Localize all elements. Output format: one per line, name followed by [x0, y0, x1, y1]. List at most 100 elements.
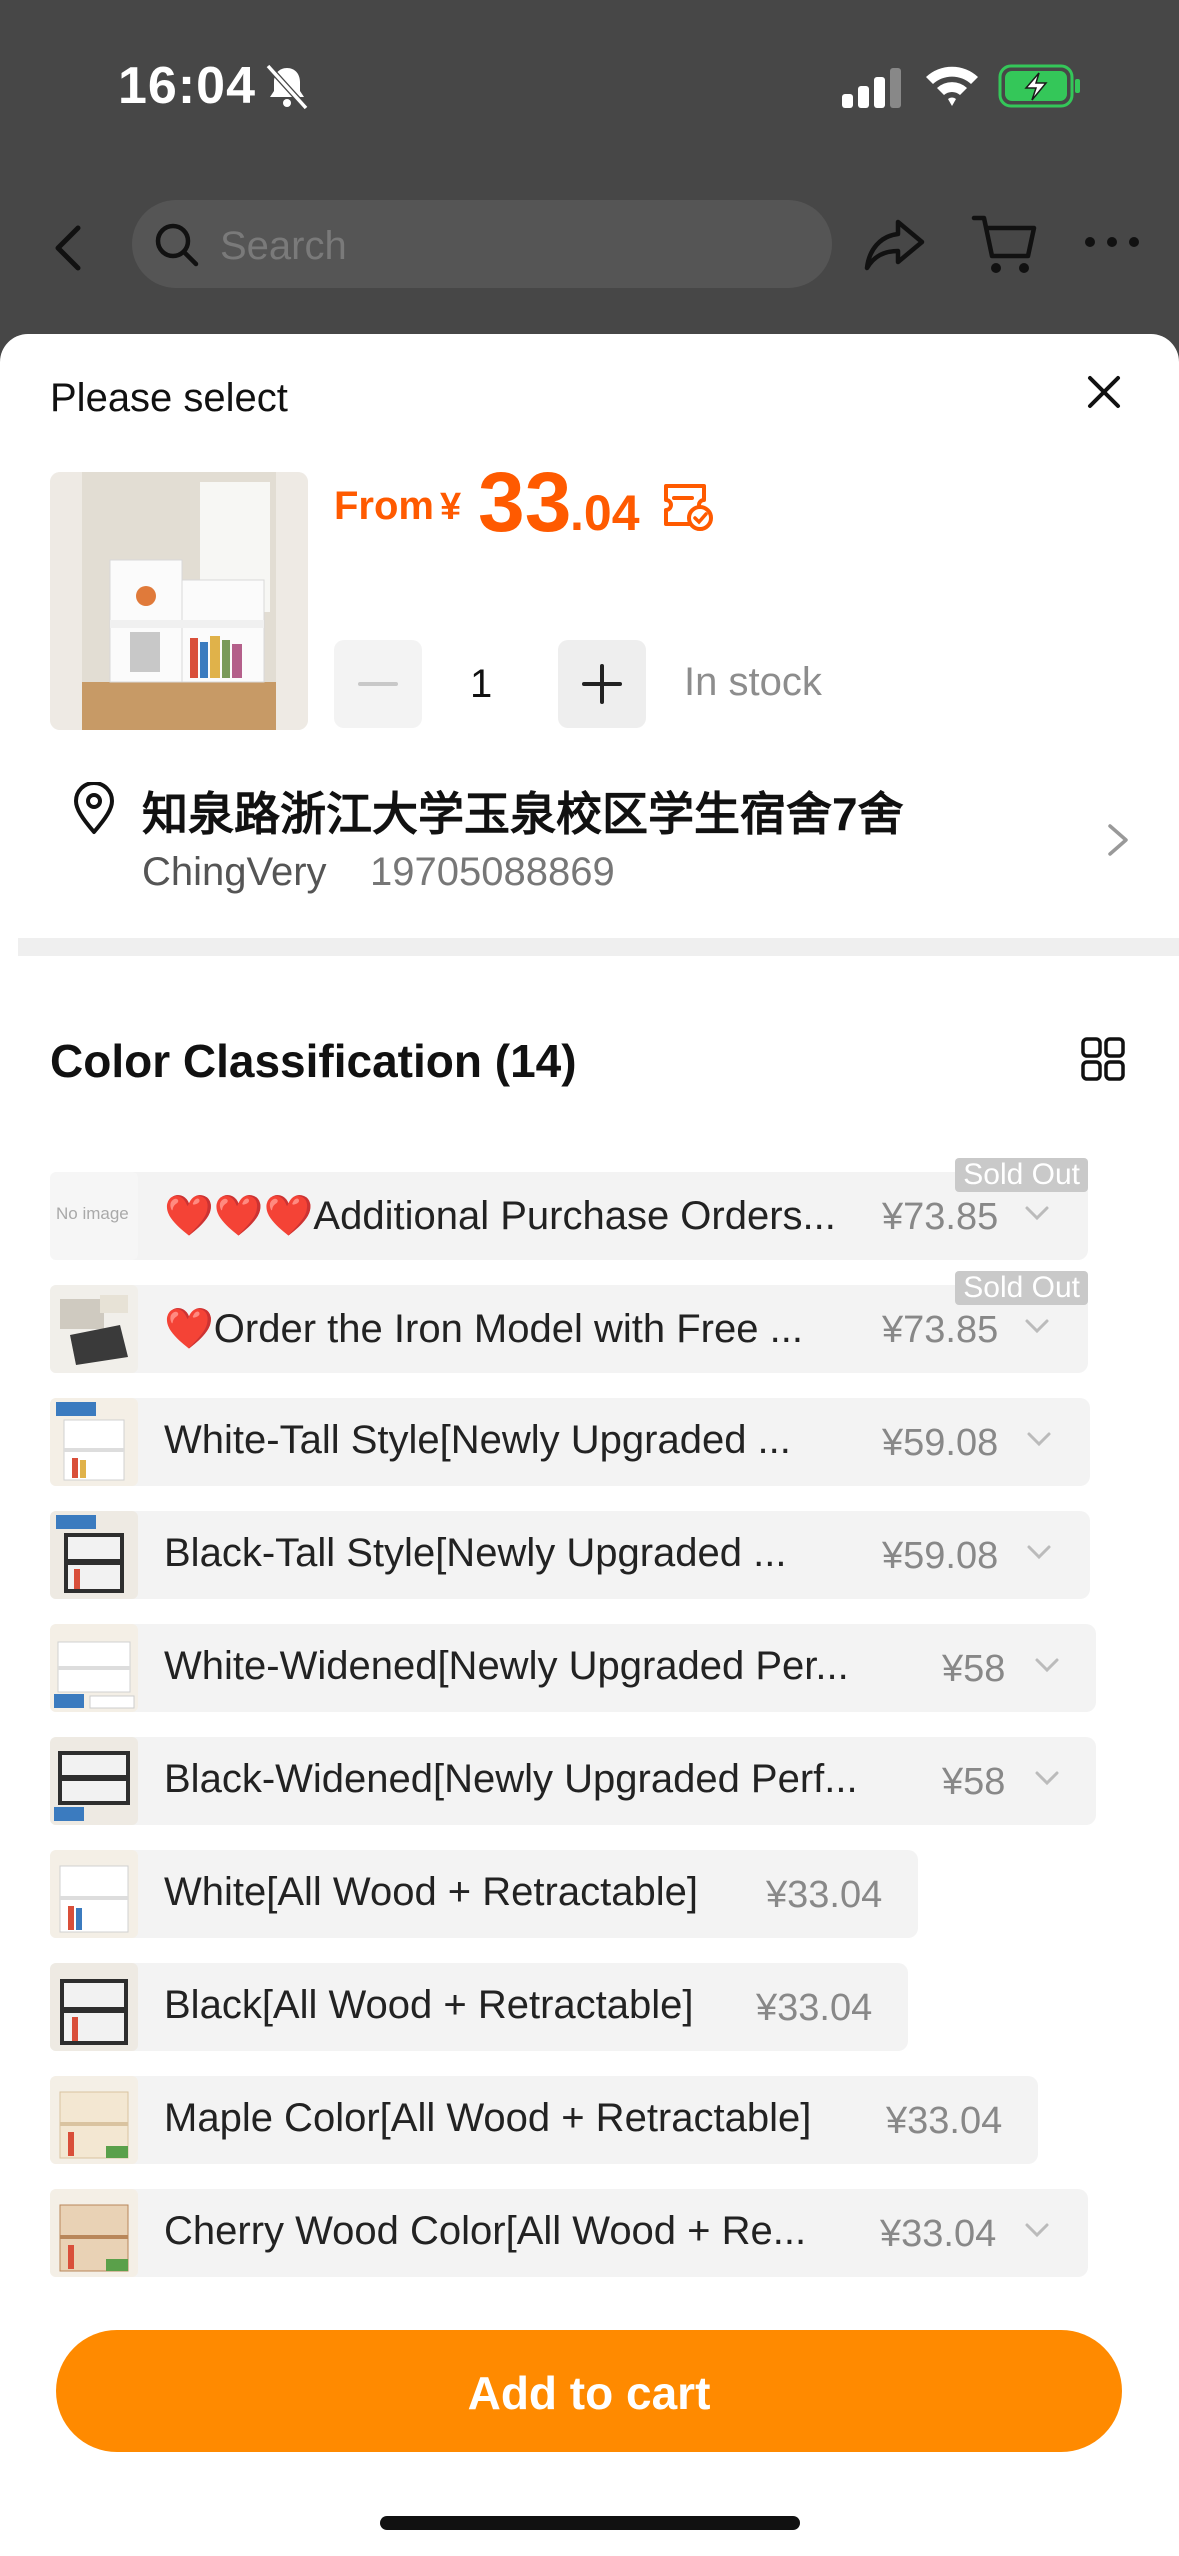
price-integer: 33 — [478, 455, 572, 549]
maple-wood-thumbnail — [50, 2076, 138, 2164]
chevron-down-icon — [1027, 1432, 1051, 1447]
variant-label: Black-Widened[Newly Upgraded Perf... — [164, 1757, 858, 1801]
share-icon[interactable] — [862, 214, 928, 274]
variant-label: ❤️Order the Iron Model with Free ... — [164, 1307, 803, 1351]
top-nav-bar: Search — [0, 190, 1179, 300]
variant-thumbnail — [50, 1850, 138, 1938]
battery-charging-icon — [998, 64, 1080, 108]
price-decimal: .04 — [570, 485, 640, 541]
chevron-down-icon — [1025, 2223, 1049, 2238]
variant-price: ¥58 — [942, 1648, 1006, 1690]
variant-thumbnail — [50, 1398, 138, 1486]
coupon-icon[interactable] — [660, 480, 714, 532]
shipping-address[interactable]: 知泉路浙江大学玉泉校区学生宿舍7舍 ChingVery 19705088869 — [0, 764, 1179, 904]
sheet-title: Please select — [50, 376, 288, 420]
white-wood-thumbnail — [50, 1850, 138, 1938]
black-wood-thumbnail — [50, 1963, 138, 2051]
add-to-cart-label: Add to cart — [467, 2367, 711, 2419]
variant-price: ¥33.04 — [766, 1874, 883, 1916]
variant-price: ¥73.85 — [882, 1309, 999, 1351]
variant-option[interactable]: ❤️Order the Iron Model with Free ... ¥73… — [50, 1271, 1088, 1373]
variant-thumbnail — [50, 1963, 138, 2051]
variant-label: White-Tall Style[Newly Upgraded ... — [164, 1418, 791, 1462]
iron-model-thumbnail — [50, 1285, 138, 1373]
sold-out-badge: Sold Out — [955, 1271, 1088, 1305]
black-shelf-thumbnail — [50, 1511, 138, 1599]
search-input[interactable]: Search — [132, 200, 832, 288]
no-image-label: No image — [56, 1204, 129, 1223]
variant-thumbnail — [50, 2189, 138, 2277]
variant-option[interactable]: White[All Wood + Retractable] ¥33.04 — [50, 1850, 918, 1938]
variant-thumbnail — [50, 2076, 138, 2164]
recipient-name: ChingVery — [142, 850, 327, 894]
cellular-signal-icon — [842, 68, 901, 108]
variant-label: Black-Tall Style[Newly Upgraded ... — [164, 1531, 787, 1575]
variant-label: White[All Wood + Retractable] — [164, 1870, 698, 1914]
variant-thumbnail — [50, 1737, 138, 1825]
add-to-cart-button[interactable]: Add to cart — [56, 2330, 1122, 2452]
variant-option[interactable]: White-Widened[Newly Upgraded Per... ¥58 — [50, 1624, 1096, 1712]
variant-thumbnail — [50, 1285, 138, 1373]
chevron-right-icon — [1108, 824, 1128, 856]
variant-thumbnail: No image — [50, 1172, 138, 1260]
variant-label: Black[All Wood + Retractable] — [164, 1983, 694, 2027]
close-icon[interactable] — [1082, 370, 1126, 414]
variant-thumbnail — [50, 1624, 138, 1712]
sku-selection-sheet: Please select From ¥ 33 .04 1 In stock 知… — [0, 334, 1179, 2556]
cherry-wood-thumbnail — [50, 2189, 138, 2277]
search-placeholder: Search — [220, 224, 347, 268]
variant-option[interactable]: Maple Color[All Wood + Retractable] ¥33.… — [50, 2076, 1038, 2164]
quantity-decrease-button[interactable] — [334, 640, 422, 728]
cart-icon[interactable] — [970, 208, 1040, 278]
variant-price: ¥59.08 — [882, 1535, 999, 1577]
variant-price: ¥33.04 — [880, 2213, 997, 2255]
price-prefix: From — [334, 484, 434, 528]
stock-status: In stock — [684, 660, 822, 704]
variant-option[interactable]: No image ❤️❤️❤️Additional Purchase Order… — [50, 1158, 1088, 1260]
variant-price: ¥33.04 — [886, 2100, 1003, 2142]
price-currency: ¥ — [440, 486, 462, 528]
product-image[interactable] — [50, 472, 308, 730]
chevron-down-icon — [1027, 1545, 1051, 1560]
quantity-increase-button[interactable] — [558, 640, 646, 728]
variant-price: ¥73.85 — [882, 1196, 999, 1238]
home-indicator — [380, 2516, 800, 2530]
recipient-phone: 19705088869 — [370, 850, 615, 894]
back-arrow-icon[interactable] — [44, 218, 94, 278]
variant-option[interactable]: Black[All Wood + Retractable] ¥33.04 — [50, 1963, 908, 2051]
variant-label: ❤️❤️❤️Additional Purchase Orders... — [164, 1194, 836, 1238]
variant-option[interactable]: Black-Tall Style[Newly Upgraded ... ¥59.… — [50, 1511, 1090, 1599]
status-time: 16:04 — [118, 57, 256, 115]
variant-option[interactable]: White-Tall Style[Newly Upgraded ... ¥59.… — [50, 1398, 1090, 1486]
chevron-down-icon — [1035, 1658, 1059, 1673]
variant-option[interactable]: Cherry Wood Color[All Wood + Re... ¥33.0… — [50, 2189, 1088, 2277]
section-divider — [18, 938, 1179, 956]
section-title: Color Classification (14) — [50, 1035, 577, 1087]
sold-out-badge: Sold Out — [955, 1158, 1088, 1192]
variant-option[interactable]: Black-Widened[Newly Upgraded Perf... ¥58 — [50, 1737, 1096, 1825]
grid-view-icon[interactable] — [1080, 1036, 1126, 1082]
search-icon — [155, 223, 199, 267]
bell-muted-icon — [265, 63, 309, 111]
more-options-icon[interactable] — [1082, 230, 1142, 254]
wifi-icon — [926, 66, 978, 106]
status-bar: 16:04 — [0, 0, 1179, 170]
variant-label: Maple Color[All Wood + Retractable] — [164, 2096, 812, 2140]
chevron-down-icon — [1025, 1319, 1049, 1334]
chevron-down-icon — [1025, 1206, 1049, 1221]
variant-label: White-Widened[Newly Upgraded Per... — [164, 1644, 849, 1688]
location-pin-icon — [74, 782, 114, 834]
variant-options-list: No image ❤️❤️❤️Additional Purchase Order… — [0, 1134, 1179, 2294]
bookshelf-image — [50, 472, 308, 730]
plus-icon — [582, 664, 622, 704]
white-shelf-thumbnail — [50, 1398, 138, 1486]
variant-price: ¥58 — [942, 1761, 1006, 1803]
variant-price: ¥59.08 — [882, 1422, 999, 1464]
white-widened-thumbnail — [50, 1624, 138, 1712]
variant-label: Cherry Wood Color[All Wood + Re... — [164, 2209, 807, 2253]
black-widened-thumbnail — [50, 1737, 138, 1825]
variant-price: ¥33.04 — [756, 1987, 873, 2029]
address-line: 知泉路浙江大学玉泉校区学生宿舍7舍 — [142, 788, 904, 840]
minus-icon — [358, 682, 398, 686]
quantity-value[interactable]: 1 — [470, 662, 492, 707]
